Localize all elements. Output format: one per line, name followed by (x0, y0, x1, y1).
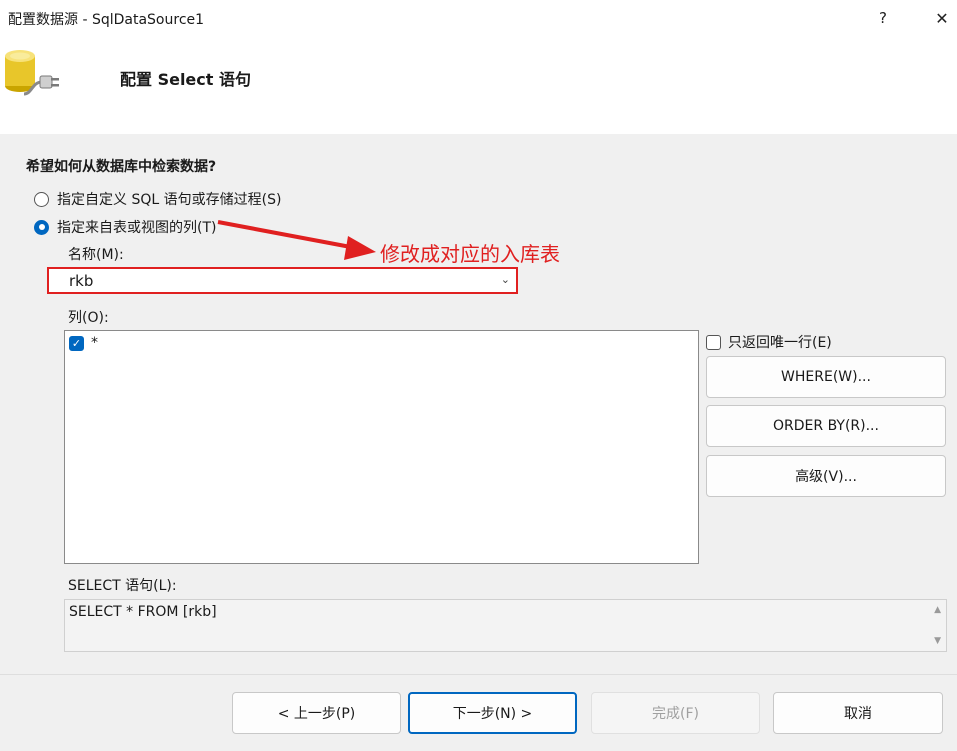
help-button[interactable]: ? (860, 0, 906, 36)
window-title: 配置数据源 - SqlDataSource1 (8, 12, 205, 28)
orderby-button[interactable]: ORDER BY(R)... (706, 405, 946, 447)
next-button[interactable]: 下一步(N) > (408, 692, 577, 734)
wizard-header: 配置 Select 语句 (0, 36, 957, 134)
name-label: 名称(M): (68, 247, 124, 263)
unique-rows-checkbox[interactable]: 只返回唯一行(E) (706, 332, 832, 352)
radio-table-columns-label: 指定来自表或视图的列(T) (57, 220, 217, 236)
advanced-button[interactable]: 高级(V)... (706, 455, 946, 497)
annotation-arrow-icon (217, 220, 376, 260)
where-button[interactable]: WHERE(W)... (706, 356, 946, 398)
close-button[interactable]: ✕ (919, 0, 957, 36)
columns-list[interactable]: ✓ * (64, 330, 699, 564)
radio-table-columns-indicator[interactable] (34, 219, 49, 235)
scroll-up-icon[interactable]: ▲ (934, 605, 941, 615)
unique-rows-box[interactable] (706, 334, 721, 350)
unique-rows-label: 只返回唯一行(E) (728, 335, 832, 351)
title-bar: 配置数据源 - SqlDataSource1 ? ✕ (0, 0, 957, 36)
previous-button[interactable]: < 上一步(P) (232, 692, 401, 734)
cancel-button[interactable]: 取消 (773, 692, 943, 734)
check-icon[interactable]: ✓ (69, 335, 84, 351)
radio-custom-sql[interactable]: 指定自定义 SQL 语句或存储过程(S) (34, 189, 281, 209)
wizard-footer: < 上一步(P) 下一步(N) > 完成(F) 取消 (0, 674, 957, 751)
table-name-dropdown[interactable]: rkb ⌄ (47, 267, 518, 294)
radio-custom-sql-label: 指定自定义 SQL 语句或存储过程(S) (57, 192, 282, 208)
finish-button[interactable]: 完成(F) (591, 692, 760, 734)
radio-custom-sql-indicator[interactable] (34, 191, 49, 207)
columns-label: 列(O): (68, 310, 109, 326)
column-label: * (91, 335, 98, 351)
chevron-down-icon[interactable]: ⌄ (501, 273, 510, 286)
database-plug-icon (5, 50, 59, 96)
select-statement-box: SELECT * FROM [rkb] ▲ ▼ (64, 599, 947, 652)
list-item[interactable]: ✓ * (69, 335, 98, 351)
table-name-value: rkb (69, 271, 94, 290)
retrieval-question: 希望如何从数据库中检索数据? (26, 159, 217, 175)
select-statement-text: SELECT * FROM [rkb] (69, 604, 217, 620)
radio-table-columns[interactable]: 指定来自表或视图的列(T) (34, 217, 216, 237)
scroll-down-icon[interactable]: ▼ (934, 636, 941, 646)
annotation-text: 修改成对应的入库表 (380, 242, 560, 266)
select-statement-label: SELECT 语句(L): (68, 578, 177, 594)
step-title: 配置 Select 语句 (120, 70, 251, 89)
wizard-content: 希望如何从数据库中检索数据? 指定自定义 SQL 语句或存储过程(S) 指定来自… (0, 134, 957, 674)
